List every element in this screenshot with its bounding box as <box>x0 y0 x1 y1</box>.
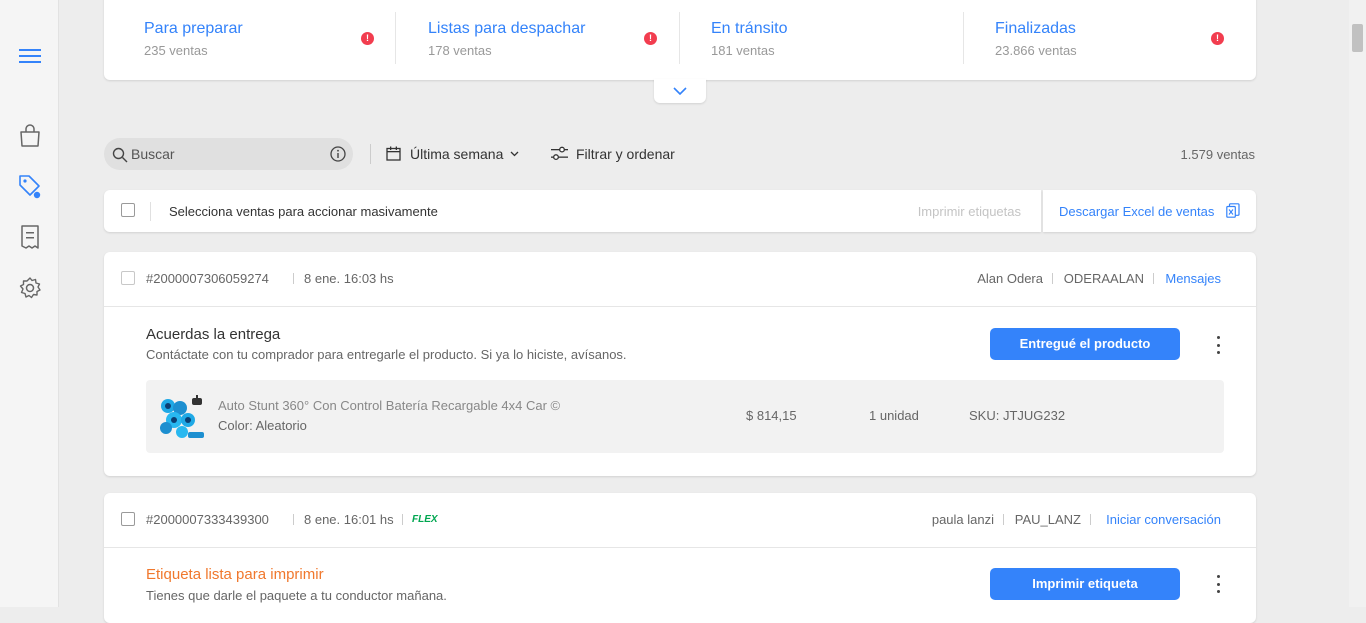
info-icon[interactable] <box>330 146 346 162</box>
buyer-nickname: ODERAALAN <box>1063 271 1144 286</box>
search-icon <box>112 147 128 163</box>
scrollbar-thumb[interactable] <box>1352 24 1363 52</box>
product-thumbnail[interactable] <box>158 394 206 440</box>
receipt-icon[interactable] <box>17 224 43 250</box>
buyer-name: paula lanzi <box>931 512 994 527</box>
date-filter-dropdown[interactable]: Última semana <box>386 144 526 164</box>
product-row: Auto Stunt 360° Con Control Batería Reca… <box>146 380 1224 453</box>
bulk-actions-label: Selecciona ventas para accionar masivame… <box>169 204 438 219</box>
divider <box>104 306 1256 307</box>
price-tag-icon[interactable] <box>17 173 43 199</box>
order-status-description: Tienes que darle el paquete a tu conduct… <box>146 588 447 603</box>
alert-icon: ! <box>361 32 374 45</box>
settings-icon[interactable] <box>17 275 43 301</box>
product-sku: SKU: JTJUG232 <box>969 408 1066 423</box>
print-label-button[interactable]: Imprimir etiqueta <box>990 568 1180 600</box>
filter-sort-label: Filtrar y ordenar <box>576 146 675 162</box>
order-status-description: Contáctate con tu comprador para entrega… <box>146 347 627 362</box>
divider <box>104 547 1256 548</box>
status-finalizadas[interactable]: Finalizadas 23.866 ventas ! <box>964 0 1256 80</box>
divider <box>402 514 403 525</box>
order-card: #2000007306059274 8 ene. 16:03 hs Alan O… <box>104 252 1256 476</box>
status-summary-card: Para preparar 235 ventas ! Listas para d… <box>104 0 1256 80</box>
product-price: $ 814,15 <box>746 408 797 423</box>
divider <box>150 202 151 221</box>
order-status-title: Etiqueta lista para imprimir <box>146 566 324 583</box>
bulk-actions-bar: Selecciona ventas para accionar masivame… <box>104 190 1041 232</box>
divider <box>1003 514 1004 525</box>
status-listas-para-despachar[interactable]: Listas para despachar 178 ventas ! <box>396 0 679 80</box>
more-options-icon[interactable] <box>1213 336 1223 354</box>
divider <box>293 514 294 525</box>
more-options-icon[interactable] <box>1213 575 1223 593</box>
menu-icon[interactable] <box>17 43 43 69</box>
order-status-title: Acuerdas la entrega <box>146 326 281 343</box>
page-scrollbar[interactable] <box>1349 0 1366 607</box>
status-count: 181 ventas <box>711 43 775 58</box>
buyer-nickname: PAU_LANZ <box>1014 512 1081 527</box>
buyer-name: Alan Odera <box>977 271 1043 286</box>
print-labels-button[interactable]: Imprimir etiquetas <box>918 204 1021 219</box>
product-title[interactable]: Auto Stunt 360° Con Control Batería Reca… <box>218 398 560 413</box>
chevron-down-icon <box>673 87 687 95</box>
alert-icon: ! <box>1211 32 1224 45</box>
messages-link[interactable]: Mensajes <box>1165 271 1221 286</box>
shopping-bag-icon[interactable] <box>17 122 43 148</box>
order-checkbox[interactable] <box>121 512 135 526</box>
download-excel-label: Descargar Excel de ventas <box>1059 204 1215 219</box>
status-title: En tránsito <box>711 20 788 37</box>
order-checkbox[interactable] <box>121 271 135 285</box>
status-title: Para preparar <box>144 20 243 37</box>
flex-shipping-badge: FLEX <box>412 514 438 525</box>
sidebar <box>0 0 59 607</box>
expand-statuses-button[interactable] <box>654 79 706 103</box>
order-date: 8 ene. 16:03 hs <box>304 271 394 286</box>
order-id: #2000007333439300 <box>146 512 269 527</box>
divider <box>1052 273 1053 284</box>
divider <box>293 273 294 284</box>
toolbar-divider <box>370 144 371 164</box>
order-date: 8 ene. 16:01 hs <box>304 512 394 527</box>
sales-total: 1.579 ventas <box>1180 147 1255 162</box>
status-title: Finalizadas <box>995 20 1076 37</box>
order-card: #2000007333439300 8 ene. 16:01 hs FLEX p… <box>104 493 1256 623</box>
excel-file-icon <box>1226 203 1240 218</box>
filter-sliders-icon <box>551 146 568 161</box>
search-box[interactable] <box>104 138 353 170</box>
divider <box>1090 514 1091 525</box>
status-title: Listas para despachar <box>428 20 586 37</box>
status-count: 23.866 ventas <box>995 43 1077 58</box>
delivered-product-button[interactable]: Entregué el producto <box>990 328 1180 360</box>
status-en-transito[interactable]: En tránsito 181 ventas <box>680 0 963 80</box>
filter-sort-button[interactable]: Filtrar y ordenar <box>551 144 681 164</box>
status-count: 235 ventas <box>144 43 208 58</box>
search-input[interactable] <box>131 138 321 170</box>
start-conversation-link[interactable]: Iniciar conversación <box>1106 512 1221 527</box>
calendar-icon <box>386 146 401 161</box>
divider <box>1153 273 1154 284</box>
select-all-checkbox[interactable] <box>121 203 135 217</box>
status-count: 178 ventas <box>428 43 492 58</box>
download-excel-button[interactable]: Descargar Excel de ventas <box>1043 190 1256 232</box>
alert-icon: ! <box>644 32 657 45</box>
product-variant: Color: Aleatorio <box>218 418 307 433</box>
product-quantity: 1 unidad <box>869 408 919 423</box>
date-filter-label: Última semana <box>410 146 504 162</box>
order-id: #2000007306059274 <box>146 271 269 286</box>
status-para-preparar[interactable]: Para preparar 235 ventas ! <box>104 0 394 80</box>
chevron-down-icon <box>510 151 519 157</box>
